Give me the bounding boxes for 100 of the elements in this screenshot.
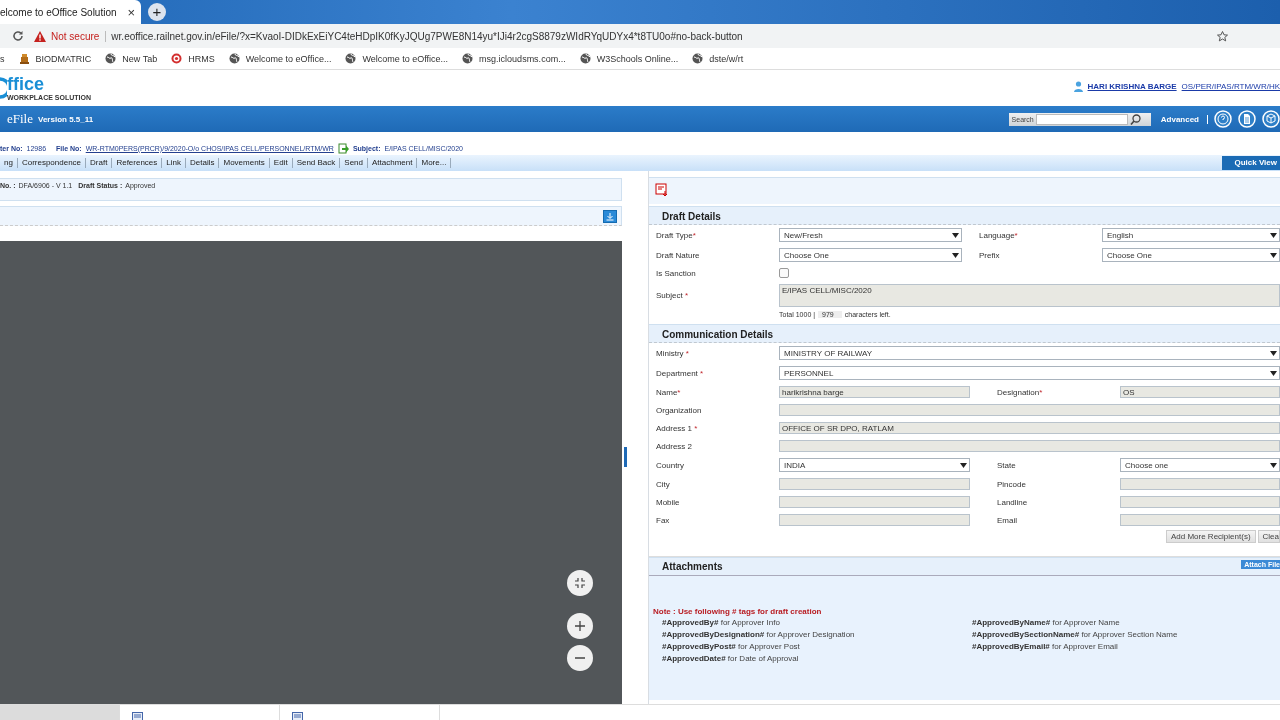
section-title: Attachments <box>662 560 723 574</box>
bookmark-link[interactable]: W3Schools Online... <box>596 53 679 64</box>
globe-icon <box>228 53 240 64</box>
field-label: Subject * <box>656 291 690 300</box>
reload-icon[interactable] <box>12 30 24 42</box>
url-text: wr.eoffice.railnet.gov.in/eFile/?x=KvaoI-DIDkExEiYC4teHDpIK0fKyJQUg7PWE8N14yu*IJi4r2cgS8879zWIdRYqUDYx4*t8TU0o#no-back-button <box>111 30 744 42</box>
section-header: Communication Details <box>649 324 1280 343</box>
field-label: City <box>656 479 671 489</box>
caret-icon <box>1270 252 1277 258</box>
menu-item[interactable]: Link <box>162 158 186 168</box>
menu-item[interactable]: Send Back <box>292 158 341 168</box>
field-label: Landline <box>997 497 1029 507</box>
bookmark-link[interactable]: HRMS <box>188 53 215 64</box>
menu-item[interactable]: Correspondence <box>17 158 87 168</box>
cube-icon[interactable] <box>1262 110 1280 128</box>
logo-arc-icon <box>0 77 7 99</box>
menu-item[interactable]: Draft <box>86 158 113 168</box>
dropdown[interactable]: English <box>1102 228 1280 242</box>
dropdown[interactable]: Choose one <box>1120 458 1280 472</box>
target-icon <box>171 53 183 64</box>
caret-icon <box>1270 370 1277 376</box>
fit-icon <box>575 578 585 588</box>
field-label: Is Sanction <box>656 268 697 278</box>
menu-item[interactable]: ng <box>0 158 18 168</box>
globe-icon <box>692 53 704 64</box>
tag-hint: #ApprovedBySectionName# for Approver Section Name <box>972 630 1179 639</box>
field-label: Designation* <box>997 387 1044 397</box>
help-icon[interactable] <box>1214 110 1232 128</box>
quick-view-tab[interactable]: Quick View <box>1222 156 1280 170</box>
zoom-out-button[interactable] <box>567 645 593 671</box>
bookmark-link[interactable]: dste/w/rt <box>709 53 744 64</box>
splitter-handle[interactable] <box>624 447 627 467</box>
globe-icon <box>462 53 474 64</box>
fit-button[interactable] <box>567 570 593 596</box>
advanced-search-link[interactable]: Advanced <box>1160 114 1208 124</box>
dropdown[interactable]: Choose One <box>1102 248 1280 262</box>
form-button[interactable]: Clea <box>1257 530 1280 543</box>
tag-hint: #ApprovedBy# for Approver Info <box>662 618 781 627</box>
file-icon <box>132 712 143 720</box>
caret-icon <box>952 232 959 238</box>
bookmark-link[interactable]: New Tab <box>122 53 158 64</box>
tag-hint: #ApprovedDate# for Date of Approval <box>662 654 800 663</box>
dropdown[interactable]: PERSONNEL <box>779 366 1280 380</box>
tab-title: elcome to eOffice Solution <box>0 6 117 18</box>
field-label: Prefix <box>979 250 1001 260</box>
field-label: Ministry * <box>656 348 690 358</box>
field-label: Language* <box>979 230 1019 240</box>
bookmark-link[interactable]: BIODMATRIC <box>35 53 92 64</box>
field-label: Draft Nature <box>656 250 701 260</box>
search-icon[interactable] <box>1129 113 1141 125</box>
globe-icon <box>579 53 591 64</box>
tab-close-button[interactable]: × <box>127 4 135 20</box>
plus-icon <box>575 621 585 631</box>
field-label: Organization <box>656 405 703 415</box>
caret-icon <box>952 252 959 258</box>
warning-icon <box>34 30 46 42</box>
pdf-icon[interactable] <box>655 183 669 197</box>
file-icon <box>292 712 303 720</box>
star-icon[interactable] <box>1217 30 1228 42</box>
field-label: Address 1 * <box>656 423 699 433</box>
user-name-link[interactable]: HARI KRISHNA BARGE <box>1087 81 1177 91</box>
field-label: Name* <box>656 387 682 397</box>
browser-tab[interactable]: elcome to eOffice Solution × <box>0 0 141 24</box>
caret-icon <box>1270 232 1277 238</box>
logo-text: ffice <box>7 74 45 93</box>
checkbox[interactable] <box>779 268 789 278</box>
field-label: Department * <box>656 368 705 378</box>
caret-icon <box>1270 462 1277 468</box>
field-label: Country <box>656 460 685 470</box>
field-label: Email <box>997 515 1018 525</box>
user-path-link[interactable]: OS/PER/IPAS/RTM/WR/HK <box>1181 81 1280 91</box>
field-label: Mobile <box>656 497 681 507</box>
zoom-in-button[interactable] <box>567 613 593 639</box>
note-text: Note : Use following # tags for draft creation <box>653 607 823 616</box>
menu-item[interactable]: Send <box>340 158 368 168</box>
bookmark-link[interactable]: msg.icloudsms.com... <box>479 53 566 64</box>
field-label: Address 2 <box>656 441 694 451</box>
menu-item[interactable]: Details <box>186 158 220 168</box>
dropdown[interactable]: New/Fresh <box>779 228 962 242</box>
document-icon[interactable] <box>1238 110 1256 128</box>
tag-hint: #ApprovedByPost# for Approver Post <box>662 642 801 651</box>
globe-icon <box>105 53 117 64</box>
dropdown[interactable]: INDIA <box>779 458 970 472</box>
bookmark-link[interactable]: Welcome to eOffice... <box>362 53 449 64</box>
field-label: Fax <box>656 515 671 525</box>
app-version: Version 5.5_11 <box>38 114 94 124</box>
new-tab-button[interactable]: + <box>148 3 166 21</box>
menu-item[interactable]: Attachment <box>368 158 418 168</box>
user-icon <box>1073 80 1083 92</box>
menu-item[interactable]: References <box>112 158 163 168</box>
dropdown[interactable]: MINISTRY OF RAILWAY <box>779 346 1280 360</box>
download-icon[interactable] <box>603 209 617 223</box>
form-button[interactable]: Add More Recipient(s) <box>1165 530 1256 543</box>
menu-item[interactable]: Edit <box>269 158 293 168</box>
menu-item[interactable]: Movements <box>219 158 270 168</box>
dropdown[interactable]: Choose One <box>779 248 962 262</box>
bookmark-link[interactable]: s <box>0 53 5 64</box>
menu-item[interactable]: More... <box>417 158 452 168</box>
bookmark-link[interactable]: Welcome to eOffice... <box>245 53 332 64</box>
search-field[interactable] <box>1035 113 1128 125</box>
